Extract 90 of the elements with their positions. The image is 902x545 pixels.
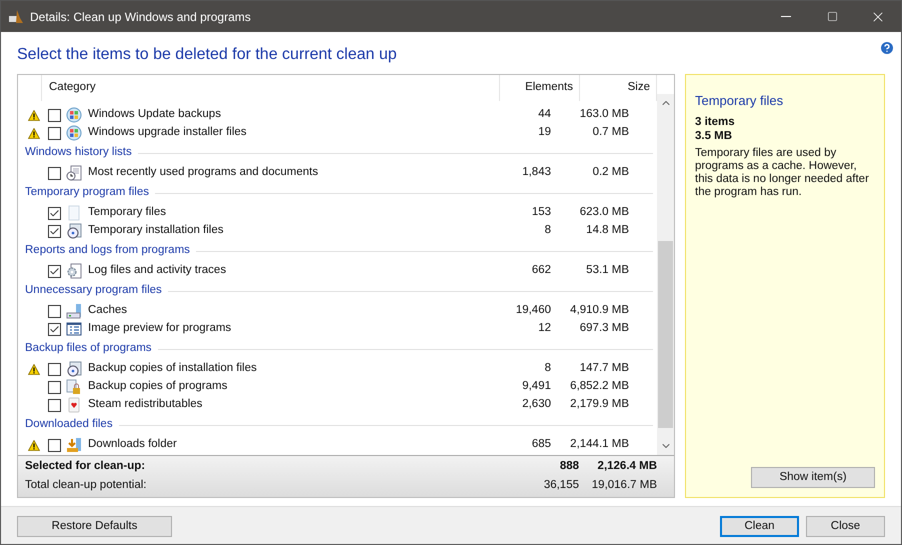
document-lock-icon xyxy=(66,379,82,395)
size-cell-text: 0.7 MB xyxy=(592,125,630,140)
elements-cell-text: 12 xyxy=(537,321,552,336)
item-name: Backup copies of programs xyxy=(87,379,228,394)
totals-elements: 888 xyxy=(558,459,580,474)
elements-cell-text: 685 xyxy=(530,437,552,452)
item-name: Log files and activity traces xyxy=(87,263,228,278)
elements-cell-text: 662 xyxy=(530,263,552,278)
playing-card-icon xyxy=(66,397,82,413)
checkbox[interactable] xyxy=(48,126,61,140)
info-count: 3 items xyxy=(695,114,736,128)
help-icon[interactable] xyxy=(879,40,895,56)
info-title: Temporary files xyxy=(695,92,784,110)
grid-icon xyxy=(66,321,82,337)
checkbox[interactable] xyxy=(48,224,61,238)
group-header: Backup files of programs xyxy=(25,341,152,356)
totals-size: 2,126.4 MB xyxy=(596,459,658,474)
show-items-button[interactable]: Show item(s) xyxy=(751,467,875,488)
elements-cell-text: 44 xyxy=(537,107,552,122)
totals-elements: 36,155 xyxy=(542,478,580,494)
size-cell-text: 147.7 MB xyxy=(578,361,630,376)
document-clock-icon xyxy=(66,165,82,181)
item-name: Temporary installation files xyxy=(87,223,225,238)
elements-cell-text: 2,630 xyxy=(521,397,552,412)
checkbox[interactable] xyxy=(48,398,61,412)
windows-update-icon xyxy=(66,107,82,123)
size-cell-text: 623.0 MB xyxy=(578,205,630,220)
size-cell-text: 0.2 MB xyxy=(592,165,630,180)
elements-cell-text: 1,843 xyxy=(521,165,552,180)
checkbox[interactable] xyxy=(48,166,61,180)
elements-cell-text: 8 xyxy=(544,361,552,376)
download-folder-icon xyxy=(66,437,82,453)
elements-cell-text: 19,460 xyxy=(514,303,552,318)
item-name: Temporary files xyxy=(87,205,167,220)
column-header[interactable]: Category xyxy=(42,79,499,97)
group-header: Windows history lists xyxy=(25,145,132,160)
totals-label: Selected for clean-up: xyxy=(24,459,146,474)
group-header: Reports and logs from programs xyxy=(25,243,190,258)
minimize-icon xyxy=(781,16,791,17)
gear-document-icon xyxy=(66,263,82,279)
item-name: Caches xyxy=(87,303,128,318)
page-heading: Select the items to be deleted for the current clean up xyxy=(17,45,397,65)
size-cell-text: 14.8 MB xyxy=(585,223,630,238)
disc-icon xyxy=(66,361,82,377)
group-header: Downloaded files xyxy=(25,417,113,432)
checkbox[interactable] xyxy=(48,108,61,122)
clean-button[interactable]: Clean xyxy=(720,516,799,537)
elements-cell-text: 153 xyxy=(530,205,552,220)
elements-cell-text: 9,491 xyxy=(521,379,552,394)
broom-icon xyxy=(8,8,24,24)
drive-icon xyxy=(66,303,82,319)
item-name: Steam redistributables xyxy=(87,397,204,412)
elements-cell-text: 8 xyxy=(544,223,552,238)
checkbox[interactable] xyxy=(48,438,61,452)
elements-cell-text: 19 xyxy=(537,125,552,140)
disc-icon xyxy=(66,223,82,239)
column-header[interactable]: Elements xyxy=(499,75,579,101)
totals-size: 19,016.7 MB xyxy=(590,478,658,494)
checkbox[interactable] xyxy=(48,380,61,394)
size-cell-text: 4,910.9 MB xyxy=(569,303,630,318)
scrollbar[interactable] xyxy=(657,94,674,455)
maximize-icon xyxy=(826,11,838,22)
checkbox[interactable] xyxy=(48,362,61,376)
size-cell-text: 163.0 MB xyxy=(578,107,630,122)
checkbox[interactable] xyxy=(48,264,61,278)
item-name: Windows Update backups xyxy=(87,107,222,122)
size-cell-text: 2,144.1 MB xyxy=(569,437,630,452)
group-header: Unnecessary program files xyxy=(25,283,162,298)
checkbox[interactable] xyxy=(48,322,61,336)
item-name: Windows upgrade installer files xyxy=(87,125,248,140)
item-name: Most recently used programs and documents xyxy=(87,165,320,180)
info-description: Temporary files are used by programs as a cache. However, this data is no longer needed after the program has run. xyxy=(695,146,870,198)
size-cell-text: 697.3 MB xyxy=(578,321,630,336)
checkbox[interactable] xyxy=(48,304,61,318)
size-cell-text: 2,179.9 MB xyxy=(569,397,630,412)
size-cell-text: 6,852.2 MB xyxy=(569,379,630,394)
info-size: 3.5 MB xyxy=(695,128,734,142)
checkbox[interactable] xyxy=(48,206,61,220)
item-name: Image preview for programs xyxy=(87,321,232,336)
size-cell-text: 53.1 MB xyxy=(585,263,630,278)
close-button[interactable]: Close xyxy=(806,516,885,537)
totals-label: Total clean-up potential: xyxy=(24,478,148,494)
window-title: Details: Clean up Windows and programs xyxy=(30,8,251,26)
group-header: Temporary program files xyxy=(25,185,149,200)
scrollbar-thumb[interactable] xyxy=(658,241,673,428)
restore-defaults-button[interactable]: Restore Defaults xyxy=(17,516,172,537)
windows-update-icon xyxy=(66,125,82,141)
blank-page-icon xyxy=(66,205,82,221)
item-name: Backup copies of installation files xyxy=(87,361,258,376)
item-name: Downloads folder xyxy=(87,437,178,452)
